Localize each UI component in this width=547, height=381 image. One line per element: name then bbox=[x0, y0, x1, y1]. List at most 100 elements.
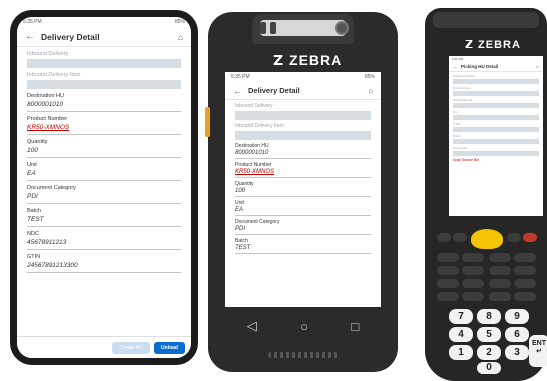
back-icon[interactable]: ← bbox=[233, 86, 242, 96]
key-3[interactable]: 3 bbox=[505, 345, 529, 360]
brand-logo: 𝗭 ZEBRA bbox=[273, 52, 343, 68]
key-4[interactable]: 4 bbox=[449, 327, 473, 342]
unload-button[interactable]: Unload bbox=[154, 341, 185, 354]
status-bar: 5:35 PM 85% bbox=[225, 72, 381, 82]
nav-home-icon[interactable]: ○ bbox=[300, 319, 308, 334]
alpha-key[interactable] bbox=[437, 266, 459, 275]
battery-level: 85% bbox=[174, 19, 185, 25]
physical-keypad: 7 8 9 4 5 6 1 2 3 0 ENT ↵ bbox=[433, 223, 547, 375]
product-link[interactable]: KR50-XMNOS bbox=[27, 122, 181, 135]
field-inbound-delivery-item: Inbound Delivery Item bbox=[17, 72, 191, 89]
field-label: Delivery Item bbox=[453, 86, 471, 90]
enter-key-label: ENT bbox=[532, 340, 546, 347]
enter-key[interactable]: ENT ↵ bbox=[529, 335, 547, 367]
create-hu-button[interactable]: Create HU bbox=[112, 341, 151, 354]
page-title: Delivery Detail bbox=[41, 31, 100, 42]
error-message: Scan Source Bin bbox=[453, 158, 480, 162]
app-header: ← Delivery Detail ⌂ bbox=[225, 82, 381, 100]
input-bar[interactable] bbox=[453, 91, 539, 96]
input-inbound-delivery[interactable] bbox=[235, 111, 371, 120]
field-value: 45678911213 bbox=[27, 237, 181, 250]
field-destination-hu: Destination HU 8000001010 bbox=[17, 93, 191, 112]
input-inbound-delivery-item[interactable] bbox=[235, 131, 371, 140]
input-bar[interactable] bbox=[453, 79, 539, 84]
field-document-category: Document Category PDI bbox=[17, 185, 191, 204]
field-product-number: Product Number KR50-XMNOS bbox=[17, 116, 191, 135]
key-5[interactable]: 5 bbox=[477, 327, 501, 342]
alpha-key[interactable] bbox=[437, 292, 459, 301]
key-1[interactable]: 1 bbox=[449, 345, 473, 360]
scan-key[interactable] bbox=[471, 229, 503, 249]
top-button bbox=[270, 22, 276, 34]
alpha-key[interactable] bbox=[514, 253, 536, 262]
field-label: Batch bbox=[453, 134, 461, 138]
input-bar[interactable] bbox=[453, 103, 539, 108]
product-link[interactable]: KR50-XMNOS bbox=[235, 168, 371, 178]
key-6[interactable]: 6 bbox=[505, 327, 529, 342]
field-gtin: GTIN 24567891213300 bbox=[17, 254, 191, 273]
field-label: Inbound Delivery bbox=[235, 103, 273, 109]
input-inbound-delivery[interactable] bbox=[27, 59, 181, 68]
alpha-key[interactable] bbox=[514, 292, 536, 301]
field-value: 100 bbox=[235, 187, 371, 197]
top-button bbox=[260, 22, 266, 34]
key-0[interactable]: 0 bbox=[477, 362, 501, 374]
home-icon[interactable]: ⌂ bbox=[536, 64, 539, 69]
scan-trigger[interactable] bbox=[205, 107, 210, 137]
alpha-key[interactable] bbox=[437, 279, 459, 288]
field-value: 24567891213300 bbox=[27, 260, 181, 273]
input-bar[interactable] bbox=[453, 139, 539, 144]
field-destination-hu: Destination HU 8000001010 bbox=[225, 143, 381, 159]
field-unit: Unit EA bbox=[17, 162, 191, 181]
function-key[interactable] bbox=[507, 233, 521, 242]
alpha-key[interactable] bbox=[514, 279, 536, 288]
field-batch: Batch TEST bbox=[225, 238, 381, 254]
zebra-phone-screen: 5:35 PM 85% ← Delivery Detail ⌂ Inbound … bbox=[225, 72, 381, 307]
home-icon[interactable]: ⌂ bbox=[368, 86, 373, 95]
key-9[interactable]: 9 bbox=[505, 309, 529, 324]
form: Inbound Delivery Inbound Delivery Item D… bbox=[17, 51, 191, 273]
back-icon[interactable]: ← bbox=[453, 64, 458, 70]
input-bar[interactable] bbox=[453, 127, 539, 132]
brand-text: ZEBRA bbox=[289, 52, 343, 68]
key-8[interactable]: 8 bbox=[477, 309, 501, 324]
nav-back-icon[interactable]: ◁ bbox=[247, 318, 257, 334]
input-bar[interactable] bbox=[453, 115, 539, 120]
key-2[interactable]: 2 bbox=[477, 345, 501, 360]
field-hu: HU bbox=[449, 110, 543, 120]
field-document-category: Document Category PDI bbox=[225, 219, 381, 235]
alpha-key[interactable] bbox=[489, 266, 511, 275]
field-stock-material: Stock Material bbox=[449, 98, 543, 108]
home-icon[interactable]: ⌂ bbox=[178, 32, 183, 42]
alpha-key[interactable] bbox=[489, 279, 511, 288]
key-7[interactable]: 7 bbox=[449, 309, 473, 324]
function-key[interactable] bbox=[437, 233, 451, 242]
alpha-key[interactable] bbox=[489, 253, 511, 262]
status-bar: 5:35 PM 85% bbox=[17, 17, 191, 27]
nav-recent-icon[interactable]: □ bbox=[351, 319, 359, 334]
function-key[interactable] bbox=[453, 233, 467, 242]
phone-device: 5:35 PM 85% ← Delivery Detail ⌂ Inbound … bbox=[10, 10, 198, 365]
alpha-key[interactable] bbox=[462, 266, 484, 275]
top-cap bbox=[433, 12, 539, 28]
alpha-key[interactable] bbox=[489, 292, 511, 301]
field-value: EA bbox=[27, 168, 181, 181]
input-inbound-delivery-item[interactable] bbox=[27, 80, 181, 89]
alpha-key[interactable] bbox=[462, 279, 484, 288]
back-icon[interactable]: ← bbox=[25, 31, 35, 42]
action-footer: Create HU Unload bbox=[17, 336, 191, 358]
field-product-number: Product Number KR50-XMNOS bbox=[225, 162, 381, 178]
field-delivery-number: Delivery Number bbox=[449, 74, 543, 84]
field-label: Stock Material bbox=[453, 98, 473, 102]
field-value: EA bbox=[235, 206, 371, 216]
field-value: 8000001010 bbox=[235, 149, 371, 159]
red-function-key[interactable] bbox=[523, 233, 537, 242]
keypad-device-screen: 5:35 PM ← Picking HU Detail ⌂ Delivery N… bbox=[449, 56, 543, 216]
alpha-key[interactable] bbox=[462, 292, 484, 301]
alpha-key[interactable] bbox=[514, 266, 536, 275]
field-label: Inbound Delivery Item bbox=[27, 72, 81, 78]
alpha-key[interactable] bbox=[462, 253, 484, 262]
alpha-key[interactable] bbox=[437, 253, 459, 262]
field-label: Inbound Delivery Item bbox=[235, 123, 284, 129]
field-inbound-delivery-item: Inbound Delivery Item bbox=[225, 123, 381, 140]
